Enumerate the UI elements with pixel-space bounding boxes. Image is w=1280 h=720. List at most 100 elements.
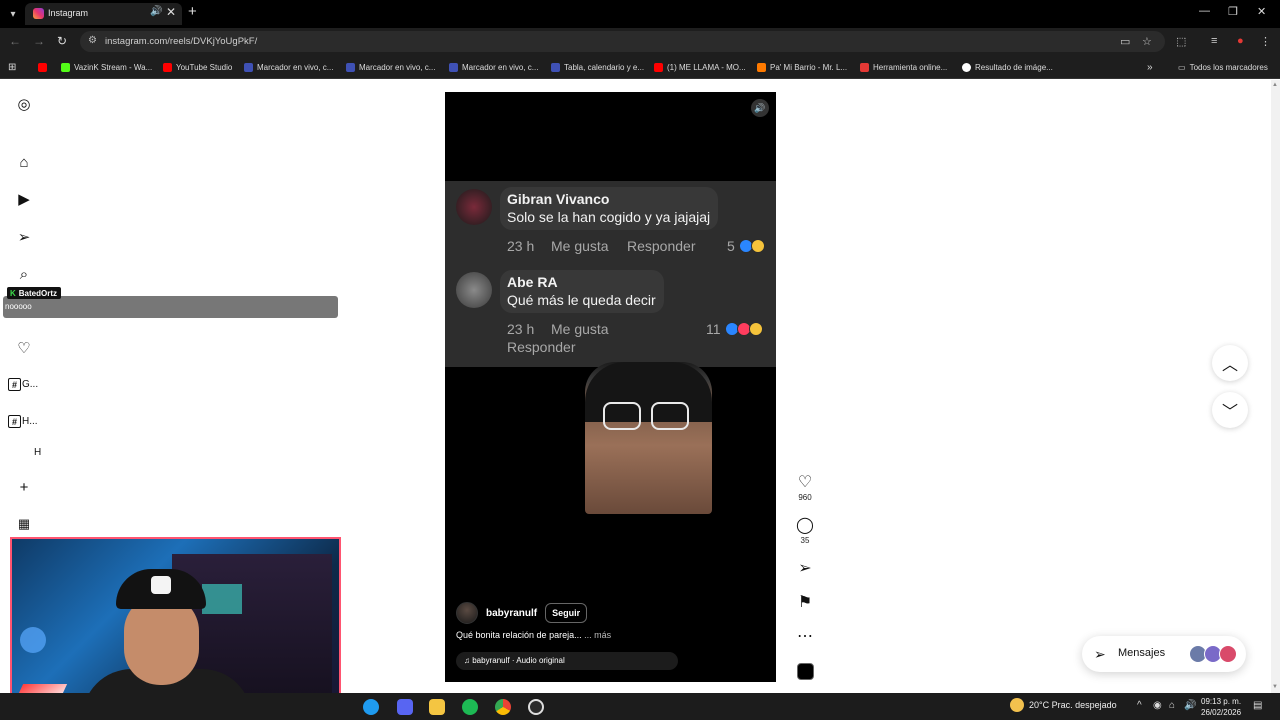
bookmark-4[interactable]: Marcador en vivo, c... [346,61,435,73]
audio-thumbnail[interactable] [797,663,814,680]
site-icon [244,62,253,72]
minimize-icon[interactable]: — [1199,5,1210,17]
discord-icon[interactable] [397,699,413,715]
reload-icon[interactable]: ↻ [57,34,67,48]
bookmark-3[interactable]: Marcador en vivo, c... [244,61,333,73]
home-icon[interactable]: ⌂ [15,153,33,171]
send-icon[interactable]: ➢ [15,228,33,246]
like-heart-icon[interactable]: ♡ [796,472,814,492]
previous-reel-button[interactable]: ︿ [1212,345,1248,381]
clock[interactable]: 09:13 p. m. 26/02/2026 [1201,696,1241,718]
bookmark-star-icon[interactable]: ☆ [1142,35,1152,48]
chrome-icon[interactable] [495,699,511,715]
media-control-icon[interactable]: ≡ [1211,35,1217,47]
save-bookmark-icon[interactable]: ⚑ [796,592,814,612]
tab-search-icon[interactable]: ▾ [4,5,22,23]
avatar[interactable] [456,602,478,624]
share-icon[interactable]: ➢ [796,558,814,578]
extensions-icon[interactable]: ⬚ [1176,35,1186,48]
url-bar[interactable]: ⚙ instagram.com/reels/DVKjYoUgPkF/ ▭ ☆ [80,31,1165,52]
bookmark-1[interactable]: VazinK Stream - Wa... [61,61,152,73]
comment-icon[interactable]: ◯ [796,515,814,535]
bookmark-7[interactable]: (1) ME LLAMA - MO... [654,61,746,73]
reaction-count: 5 [727,238,765,254]
avatar [1219,645,1237,663]
dashboard-icon[interactable]: ▦ [15,515,33,533]
url-text: instagram.com/reels/DVKjYoUgPkF/ [105,36,258,47]
profile-icon[interactable]: ● [1237,35,1244,47]
edge-icon[interactable] [363,699,379,715]
close-window-icon[interactable]: ✕ [1257,5,1266,18]
notifications-icon[interactable]: ▤ [1253,700,1262,711]
sad-emoji-icon [748,322,763,336]
notifications-heart-icon[interactable]: ♡ [15,339,33,357]
send-icon: ➢ [1094,646,1106,662]
reel-username[interactable]: babyranulf [486,608,537,619]
comment-screenshot: Gibran Vivanco Solo se la han cogido y y… [445,181,776,367]
close-tab-icon[interactable]: ✕ [166,5,176,19]
next-reel-button[interactable]: ﹀ [1212,392,1248,428]
volume-icon[interactable]: 🔊 [1184,700,1196,711]
weather-widget[interactable]: 20°C Prac. despejado [1010,698,1117,712]
bookmark-8[interactable]: Pa' Mi Barrio - Mr. L... [757,61,847,73]
instagram-favicon-icon [33,8,44,19]
bookmark-10[interactable]: Resultado de imáge... [962,61,1053,73]
search-icon[interactable]: ⌕ [15,265,33,283]
address-bar-row: ← → ↻ ⚙ instagram.com/reels/DVKjYoUgPkF/… [0,28,1280,55]
reel-caption[interactable]: Qué bonita relación de pareja... ... más [456,630,611,640]
youtube-icon [654,62,663,72]
create-plus-icon[interactable]: + [15,478,33,496]
tray-chevron-icon[interactable]: ^ [1137,700,1142,711]
bookmarks-bar: ⊞ VazinK Stream - Wa... YouTube Studio M… [0,55,1280,79]
all-bookmarks[interactable]: ▭ Todos los marcadores [1178,61,1268,73]
site-icon [449,62,458,72]
menu-icon[interactable]: ⋮ [1260,35,1271,48]
folder-icon[interactable] [429,699,445,715]
more-link[interactable]: ... más [584,630,611,640]
messages-button[interactable]: ➢ Mensajes [1082,636,1246,672]
reel-video[interactable]: 🔊 Gibran Vivanco Solo se la han cogido y… [445,92,776,682]
apps-icon[interactable]: ⊞ [8,61,16,73]
scroll-up-icon[interactable]: ▲ [1272,82,1278,88]
new-tab-icon[interactable]: + [188,3,197,20]
back-icon[interactable]: ← [9,34,21,48]
comment-time: 23 h [507,321,535,337]
cast-icon[interactable]: ▭ [1120,35,1130,48]
cap-logo [151,576,171,594]
comment-user: Gibran Vivanco [507,191,610,207]
sidebar-tag-1[interactable]: # G... [8,378,38,391]
comment-count: 35 [800,536,810,545]
reel-audio[interactable]: ♫ babyranulf · Audio original [456,652,678,670]
youtube-icon [163,62,172,72]
bookmark-9[interactable]: Herramienta online... [860,61,947,73]
tray-app-icon[interactable]: ◉ [1153,700,1162,711]
instagram-logo-icon[interactable]: ◎ [15,95,33,113]
chevron-down-icon: ﹀ [1221,404,1238,421]
site-icon [860,62,869,72]
reels-icon[interactable]: ▶ [15,190,33,208]
bookmark-5[interactable]: Marcador en vivo, c... [449,61,538,73]
network-icon[interactable]: ⌂ [1169,700,1175,711]
obs-icon[interactable] [528,699,544,715]
browser-tab[interactable]: Instagram 🔊 ✕ [25,3,182,25]
google-icon [962,62,971,72]
sad-emoji-icon [750,239,765,253]
speaker-icon[interactable]: 🔊 [150,6,162,17]
bookmark-6[interactable]: Tabla, calendario y e... [551,61,644,73]
sidebar-tag-2[interactable]: # H... [8,415,38,428]
bookmark-2[interactable]: YouTube Studio [163,61,232,73]
follow-button[interactable]: Seguir [545,603,588,623]
hashtag-icon: # [8,378,21,391]
more-bookmarks-icon[interactable]: » [1147,61,1153,73]
forward-icon[interactable]: → [33,34,45,48]
site-icon [551,62,560,72]
restore-icon[interactable]: ❐ [1228,5,1238,18]
bookmark-0[interactable] [38,61,51,73]
site-info-icon[interactable]: ⚙ [88,35,97,46]
spotify-icon[interactable] [462,699,478,715]
scroll-down-icon[interactable]: ▼ [1272,684,1278,690]
page-scrollbar[interactable] [1271,80,1280,693]
volume-icon[interactable]: 🔊 [751,99,769,117]
avatar [456,189,492,225]
more-options-icon[interactable]: ⋯ [796,626,814,646]
